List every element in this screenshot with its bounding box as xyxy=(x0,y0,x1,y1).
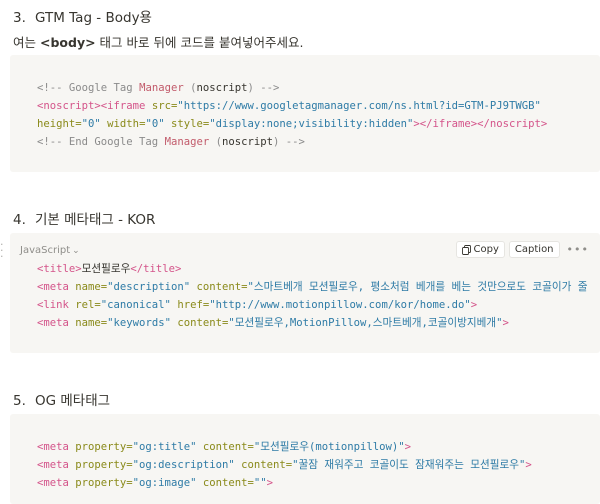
code-text: 모션필로우 xyxy=(81,263,131,275)
code-string: "display:none;visibility:hidden" xyxy=(209,118,414,130)
code-tag: <title> xyxy=(37,263,82,275)
code-block-og-meta[interactable]: <meta property="og:title" content="모션필로우… xyxy=(10,414,600,504)
code-string: "" xyxy=(253,477,267,489)
code-content[interactable]: <meta property="og:title" content="모션필로우… xyxy=(37,438,532,492)
code-string: "keywords" xyxy=(107,317,171,329)
code-comment: <!-- End Google Tag Manager (noscript) -… xyxy=(37,136,305,148)
code-string: "https://www.googletagmanager.com/ns.htm… xyxy=(177,100,541,112)
code-attr: height= xyxy=(37,118,82,130)
code-tag: <meta xyxy=(37,441,69,453)
code-tag: <meta xyxy=(37,459,69,471)
code-tag: <meta xyxy=(37,281,69,293)
code-string: "og:description" xyxy=(132,459,235,471)
code-comment: <!-- Google Tag Manager (noscript) --> xyxy=(37,82,280,94)
code-tag: > xyxy=(502,317,509,329)
section-3-description: 여는 <body> 태그 바로 뒤에 코드를 붙여넣어주세요. xyxy=(13,32,303,51)
code-content[interactable]: <!-- Google Tag Manager (noscript) --> <… xyxy=(37,79,547,151)
code-attr: width= xyxy=(100,118,146,130)
section-4-heading: 4. 기본 메타태그 - KOR xyxy=(13,208,155,228)
code-toolbar: Copy Caption ••• xyxy=(455,241,592,258)
code-attr: rel= xyxy=(68,299,101,311)
code-tag: <link xyxy=(37,299,69,311)
code-tag: <iframe xyxy=(100,100,146,112)
language-label: JavaScript xyxy=(20,245,71,256)
code-tag: <meta xyxy=(37,477,69,489)
desc-text-after: 태그 바로 뒤에 코드를 붙여넣어주세요. xyxy=(95,35,304,50)
code-block-meta-kor[interactable]: JavaScript ⌄ Copy Caption ••• <title>모션필로… xyxy=(10,233,600,353)
language-selector[interactable]: JavaScript ⌄ xyxy=(20,245,80,256)
code-attr: content= xyxy=(196,441,254,453)
code-string: "꿀잠 재워주고 코골이도 잠재워주는 모션필로우" xyxy=(292,459,526,471)
code-tag: ></iframe></noscript> xyxy=(413,118,548,130)
code-content[interactable]: <title>모션필로우</title> <meta name="descrip… xyxy=(37,260,588,332)
code-string: "canonical" xyxy=(100,299,171,311)
code-string: "og:image" xyxy=(132,477,197,489)
code-string: "http://www.motionpillow.com/kor/home.do… xyxy=(209,299,471,311)
code-attr: content= xyxy=(190,281,248,293)
code-string: "스마트베개 모션필로우, 평소처럼 베개를 베는 것만으로도 코골이가 줄 xyxy=(247,281,588,293)
section-5-number: 5. xyxy=(13,393,26,409)
code-attr: property= xyxy=(68,477,133,489)
code-attr: href= xyxy=(170,299,210,311)
code-tag: </title> xyxy=(130,263,182,275)
section-3-heading: 3. GTM Tag - Body용 xyxy=(13,6,152,26)
code-attr: content= xyxy=(234,459,293,471)
section-4-title: 기본 메타태그 - KOR xyxy=(35,212,156,228)
desc-text: 여는 xyxy=(13,35,40,50)
chevron-down-icon: ⌄ xyxy=(72,246,80,256)
code-string: "og:title" xyxy=(132,441,197,453)
copy-icon xyxy=(461,244,471,255)
section-5-title: OG 메타태그 xyxy=(35,393,111,409)
section-4-number: 4. xyxy=(13,212,26,228)
code-tag: <meta xyxy=(37,317,69,329)
code-attr: name= xyxy=(68,281,108,293)
code-attr: name= xyxy=(68,317,108,329)
code-string: "모션필로우(motionpillow)" xyxy=(253,441,405,453)
drag-handle-icon[interactable]: · · · xyxy=(0,239,4,262)
code-attr: content= xyxy=(196,477,254,489)
code-string: "모션필로우,MotionPillow,스마트베개,코골이방지베개" xyxy=(228,317,503,329)
code-block-gtm-body[interactable]: <!-- Google Tag Manager (noscript) --> <… xyxy=(10,55,600,172)
section-3-number: 3. xyxy=(13,10,26,26)
code-attr: content= xyxy=(170,317,229,329)
code-tag: > xyxy=(404,441,412,453)
code-tag: <noscript> xyxy=(37,100,101,112)
code-attr: src= xyxy=(145,100,178,112)
desc-bold-text: <body> xyxy=(39,35,96,50)
code-attr: style= xyxy=(164,118,210,130)
caption-label: Caption xyxy=(514,244,554,255)
more-options-icon[interactable]: ••• xyxy=(564,243,592,256)
code-tag: > xyxy=(525,459,532,471)
code-attr: property= xyxy=(68,459,133,471)
copy-label: Copy xyxy=(473,244,499,255)
code-tag: > xyxy=(470,299,478,311)
copy-button[interactable]: Copy xyxy=(455,241,505,258)
code-string: "0" xyxy=(145,118,165,130)
section-3-title: GTM Tag - Body용 xyxy=(35,10,152,26)
caption-button[interactable]: Caption xyxy=(508,241,560,258)
section-5-heading: 5. OG 메타태그 xyxy=(13,389,110,409)
code-attr: property= xyxy=(68,441,133,453)
code-tag: > xyxy=(266,477,274,489)
code-string: "0" xyxy=(81,118,101,130)
code-string: "description" xyxy=(107,281,191,293)
